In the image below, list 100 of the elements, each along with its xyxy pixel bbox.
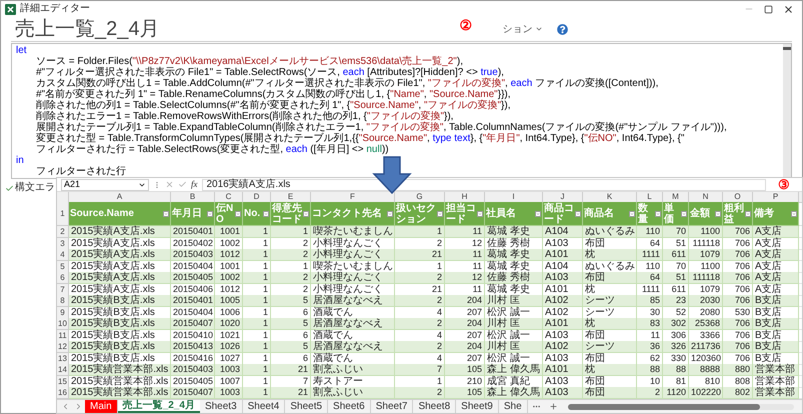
add-sheet-icon[interactable] [548,402,558,411]
close-button[interactable] [783,4,794,14]
row-number[interactable]: 14 [57,364,69,376]
column-letter[interactable]: C [215,192,243,203]
sheet-tab[interactable]: 売上一覧_2_4月 [118,400,200,413]
sheet-tab[interactable]: Sheet6 [328,400,371,413]
table-cell: 12 [445,272,485,284]
previous-sheet-icon[interactable] [61,402,70,411]
column-letter[interactable]: O [723,192,753,203]
filter-button[interactable] [629,210,635,216]
filter-button[interactable] [655,210,661,216]
filter-button[interactable] [207,210,213,216]
horizontal-scrollbar[interactable] [568,404,794,410]
column-letter[interactable]: L [637,192,663,203]
filter-button[interactable] [387,210,393,216]
filter-button[interactable] [263,210,269,216]
scrollbar[interactable] [783,44,791,178]
column-letter[interactable]: H [445,192,485,203]
column-letter[interactable]: K [583,192,637,203]
sheet-tab[interactable]: Sheet3 [200,400,243,413]
filter-button[interactable] [791,210,797,216]
cancel-icon[interactable] [165,180,174,189]
sheet-tab[interactable]: Sheet8 [413,400,456,413]
sheet-tab[interactable]: Sheet7 [370,400,414,413]
next-sheet-icon[interactable] [74,402,83,411]
name-box[interactable]: A21 [61,178,149,190]
filter-button[interactable] [715,210,721,216]
column-header: 金額 [690,208,711,219]
column-letter[interactable]: F [311,192,395,203]
filter-button[interactable] [575,210,581,216]
filter-button[interactable] [163,210,169,216]
table-cell: 2015実績B支店.xls [69,306,171,318]
column-letter[interactable]: I [485,192,543,203]
table-cell: 706 [723,226,753,238]
row-number[interactable]: 9 [57,306,69,318]
sheet-tab[interactable]: Main [85,400,118,413]
help-icon[interactable] [556,24,568,34]
maximize-button[interactable] [764,4,773,14]
table-cell: 36 [637,341,663,353]
column-letter[interactable]: M [663,192,689,203]
row-number[interactable]: 15 [57,376,69,388]
options-dropdown[interactable]: ション [502,22,542,36]
table-cell: 20150404 [171,260,215,272]
table-cell: 小料理なんごく [311,284,395,296]
table-cell: 1026 [215,341,243,353]
sheet-tab[interactable]: She [498,400,528,413]
filter-button[interactable] [235,210,241,216]
filter-button[interactable] [681,210,687,216]
table-cell: A103 [543,238,583,250]
table-cell: 1012 [215,249,243,261]
column-letter[interactable]: G [395,192,445,203]
filter-button[interactable] [303,210,309,216]
table-cell: 20150405 [171,376,215,388]
formula-field[interactable]: 2016実績A支店.xls [202,178,766,190]
code-editor[interactable] [11,43,792,179]
filter-button[interactable] [437,210,443,216]
row-number[interactable]: 1 [57,202,69,226]
sheet-tab[interactable]: Sheet5 [285,400,328,413]
filter-button[interactable] [745,210,751,216]
column-letter[interactable]: E [271,192,311,203]
annotation-number: ② [460,17,472,33]
table-cell: A104 [543,226,583,238]
filter-button[interactable] [535,210,541,216]
table-cell: 706 [723,249,753,261]
status-text: 構文エラ [15,182,55,194]
row-number[interactable]: 6 [57,272,69,284]
row-number[interactable]: 12 [57,341,69,353]
function-label[interactable]: fx [191,178,198,192]
table-cell: 2 [395,295,445,307]
table-cell: 11 [445,226,485,238]
row-number[interactable]: 8 [57,295,69,307]
column-letter[interactable]: A [69,192,171,203]
table-cell: 20150403 [171,249,215,261]
row-number[interactable]: 13 [57,352,69,364]
row-number[interactable]: 4 [57,249,69,261]
table-cell: 20150407 [171,318,215,330]
row-number[interactable]: 3 [57,238,69,250]
maximize-icon [764,4,773,14]
column-letter[interactable]: J [543,192,583,203]
column-header: 商品コード [544,202,575,224]
table-cell: 1111 [637,249,663,261]
row-number[interactable]: 10 [57,318,69,330]
sheet-tab[interactable]: Sheet9 [456,400,499,413]
sheet-tab[interactable]: Sheet4 [242,400,286,413]
column-letter[interactable]: P [753,192,799,203]
table-cell: 川村 匡 [485,318,543,330]
filter-button[interactable] [477,210,483,216]
table-cell: 25368 [689,318,723,330]
column-letter[interactable]: B [171,192,215,203]
table-cell: 川村 匡 [485,295,543,307]
row-number[interactable]: 5 [57,260,69,272]
column-letter[interactable]: N [689,192,723,203]
row-number[interactable]: 7 [57,284,69,296]
row-number[interactable]: 11 [57,330,69,342]
table-cell: 枕 [583,364,637,376]
table-cell: 1120 [663,387,689,399]
row-number[interactable]: 16 [57,387,69,399]
table-cell: A102 [543,341,583,353]
row-number[interactable]: 2 [57,226,69,238]
column-letter[interactable]: D [243,192,271,203]
